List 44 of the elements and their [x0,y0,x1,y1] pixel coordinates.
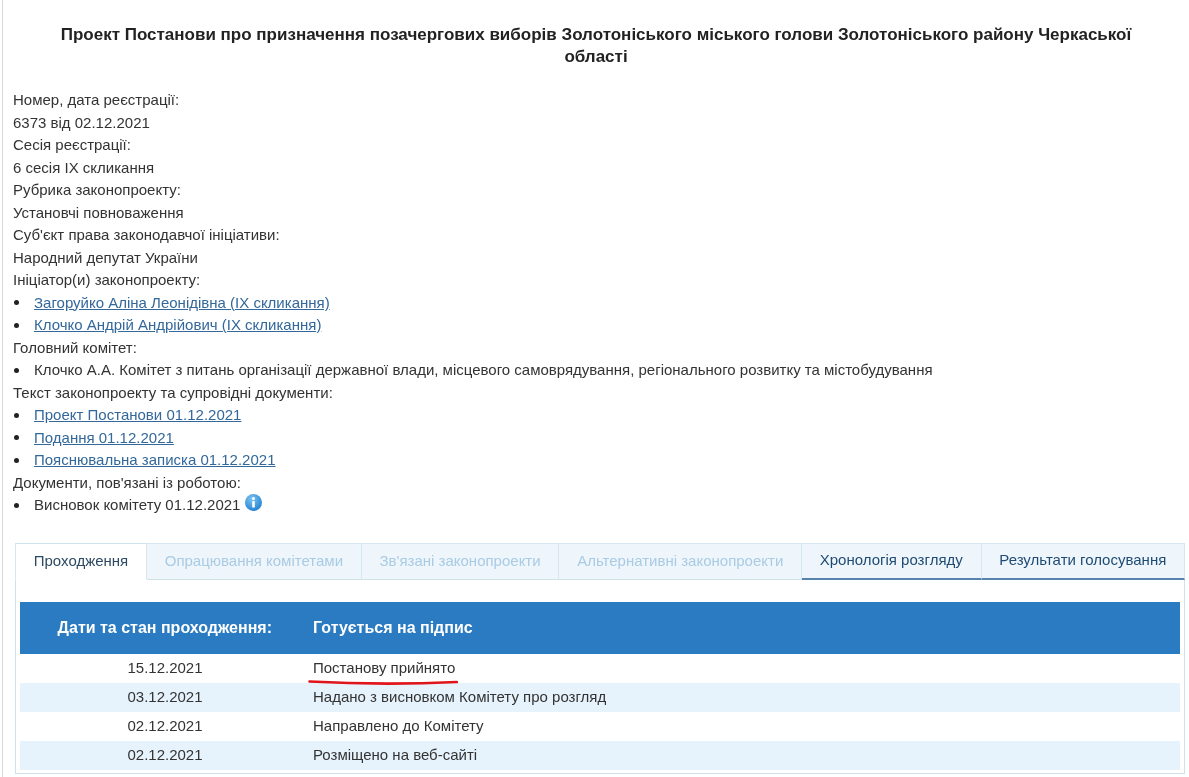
tab: Опрацювання комітетами [146,542,362,580]
field-label: Рубрика законопроекту: [13,180,181,200]
column-header: Дати та стан проходження: [56,617,273,638]
info-icon[interactable] [245,493,263,511]
field-value: 6373 від 02.12.2021 [13,112,150,133]
bullet-icon [14,412,19,418]
document-link[interactable]: Загоруйко Аліна Леонідівна (IX скликання) [34,291,330,314]
field-label: Сесія реєстрації: [13,135,131,155]
bullet-icon [14,435,19,441]
status-header: Готується на підпис [312,617,473,638]
date-cell-text: 02.12.2021 [126,715,204,736]
date-cell-text: 15.12.2021 [126,657,204,678]
list-item-text: Клочко А.А. Комітет з питань організації державної влади, місцевого самоврядування, регіонального розвитку та містобудування [34,360,933,380]
document-link[interactable]: Пояснювальна записка 01.12.2021 [34,449,276,472]
document-link[interactable]: Клочко Андрій Андрійович (IX скликання) [34,314,322,337]
field-value: Народний депутат України [13,247,198,268]
tab[interactable]: Результати голосування [981,542,1186,580]
page-title: Проект Постанови про призначення позачергових виборів Золотоніського міського голови Золотоніського району Черкаської області [59,24,1133,68]
tab: Альтернативні законопроекти [559,542,802,580]
status-cell: Направлено до Комітету [313,716,484,734]
field-label: Номер, дата реєстрації: [13,90,180,110]
tab[interactable]: Хронологія розгляду [802,542,982,580]
bullet-icon [14,367,19,373]
list-item-text: Висновок комітету 01.12.2021 [34,495,241,515]
status-cell: Надано з висновком Комітету про розгляд [313,687,607,705]
date-cell-text: 03.12.2021 [126,686,204,707]
bullet-icon [14,300,19,306]
bullet-icon [14,322,19,328]
status-cell: Постанову прийнято [313,658,456,676]
field-value: 6 сесія IX скликання [13,157,155,178]
bullet-icon [14,502,19,508]
bullet-icon [14,457,19,463]
field-label: Текст законопроекту та супровідні документи: [13,382,333,403]
field-value: Установчі повноваження [13,202,184,223]
field-label: Головний комітет: [13,337,137,358]
field-label: Ініціатор(и) законопроекту: [13,270,201,290]
document-link[interactable]: Подання 01.12.2021 [34,426,174,449]
tab: Зв'язані законопроекти [361,542,560,580]
document-link[interactable]: Проект Постанови 01.12.2021 [34,404,242,427]
status-cell: Розміщено на веб-сайті [313,745,478,763]
field-label: Суб'єкт права законодавчої ініціативи: [13,225,280,245]
tab[interactable]: Проходження [15,542,147,580]
field-label: Документи, пов'язані із роботою: [13,472,241,493]
date-cell-text: 02.12.2021 [126,744,204,765]
